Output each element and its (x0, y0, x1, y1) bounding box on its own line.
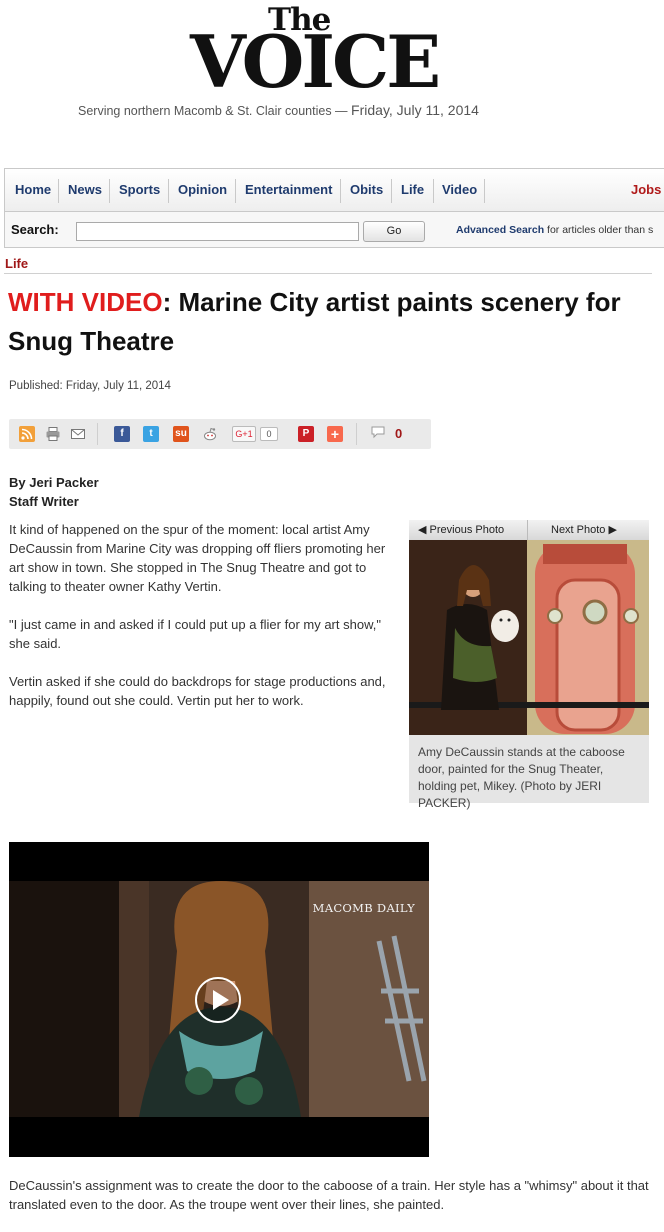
published-date: Published: Friday, July 11, 2014 (9, 380, 171, 392)
masthead: The VOICE Serving northern Macomb & St. … (0, 0, 664, 160)
play-button[interactable] (195, 977, 241, 1023)
share-toolbar: f t su G+1 0 P + 0 (9, 419, 431, 449)
twitter-icon[interactable]: t (143, 426, 159, 442)
nav-sports[interactable]: Sports (119, 169, 160, 211)
nav-divider (235, 179, 236, 203)
tagline: Serving northern Macomb & St. Clair coun… (78, 102, 479, 118)
tagline-text: Serving northern Macomb & St. Clair coun… (78, 104, 348, 118)
advanced-search-text: for articles older than s (544, 224, 654, 236)
go-button[interactable]: Go (363, 221, 425, 242)
nav-opinion[interactable]: Opinion (178, 169, 227, 211)
email-icon[interactable] (70, 426, 86, 442)
author-title: Staff Writer (9, 494, 79, 509)
video-frame[interactable]: MACOMB DAILY (9, 881, 429, 1117)
comment-icon[interactable] (370, 424, 386, 440)
article-photo[interactable] (409, 540, 649, 735)
nav-divider (340, 179, 341, 203)
search-bar: Search: Go Advanced Search for articles … (4, 212, 664, 248)
nav-life[interactable]: Life (401, 169, 424, 211)
article-paragraph: "I just came in and asked if I could put… (9, 617, 381, 651)
article-paragraph: DeCaussin's assignment was to create the… (9, 1178, 649, 1212)
advanced-search: Advanced Search for articles older than … (456, 224, 653, 236)
video-player[interactable]: MACOMB DAILY (9, 842, 429, 1157)
search-input[interactable] (76, 222, 359, 241)
nav-jobs[interactable]: Jobs (631, 169, 661, 211)
photo-gallery: ◀ Previous Photo Next Photo ▶ Amy DeCaus… (409, 520, 649, 810)
nav-entertainment[interactable]: Entertainment (245, 169, 332, 211)
article-headline: WITH VIDEO: Marine City artist paints sc… (8, 283, 638, 361)
section-label[interactable]: Life (5, 256, 28, 271)
section-divider (4, 273, 652, 274)
video-watermark: MACOMB DAILY (312, 901, 415, 915)
site-logo[interactable]: The VOICE (190, 2, 441, 104)
search-label: Search: (11, 222, 59, 237)
stumbleupon-icon[interactable]: su (173, 426, 189, 442)
nav-divider (168, 179, 169, 203)
share-divider (356, 423, 357, 445)
google-plus-count: 0 (260, 427, 278, 441)
google-plus-icon[interactable]: G+1 0 (232, 426, 280, 442)
photo-caption: Amy DeCaussin stands at the caboose door… (418, 745, 625, 810)
headline-video-tag: WITH VIDEO (8, 287, 163, 317)
logo-voice: VOICE (190, 19, 441, 104)
play-icon (213, 990, 229, 1010)
nav-video[interactable]: Video (442, 169, 477, 211)
print-icon[interactable] (45, 426, 61, 442)
reddit-icon[interactable] (202, 426, 218, 442)
comment-count[interactable]: 0 (395, 426, 402, 441)
nav-divider (109, 179, 110, 203)
article-paragraph: Vertin asked if she could do backdrops f… (9, 674, 386, 708)
main-nav: Home News Sports Opinion Entertainment O… (4, 168, 664, 212)
masthead-date: Friday, July 11, 2014 (351, 102, 479, 118)
previous-photo-button[interactable]: ◀ Previous Photo (418, 523, 504, 536)
nav-divider (484, 179, 485, 203)
facebook-icon[interactable]: f (114, 426, 130, 442)
advanced-search-link[interactable]: Advanced Search (456, 224, 544, 236)
author-name: By Jeri Packer (9, 475, 99, 490)
article-paragraph: It kind of happened on the spur of the m… (9, 522, 386, 594)
nav-news[interactable]: News (68, 169, 102, 211)
nav-divider (58, 179, 59, 203)
photo-nav-divider (527, 520, 528, 540)
nav-divider (391, 179, 392, 203)
addthis-icon[interactable]: + (327, 426, 343, 442)
share-divider (97, 423, 98, 445)
nav-obits[interactable]: Obits (350, 169, 383, 211)
pinterest-icon[interactable]: P (298, 426, 314, 442)
google-plus-label: G+1 (232, 426, 256, 442)
rss-icon[interactable] (19, 426, 35, 442)
photo-nav: ◀ Previous Photo Next Photo ▶ (409, 520, 649, 540)
byline: By Jeri Packer Staff Writer (9, 473, 99, 511)
nav-home[interactable]: Home (15, 169, 51, 211)
next-photo-button[interactable]: Next Photo ▶ (551, 523, 617, 536)
nav-divider (433, 179, 434, 203)
